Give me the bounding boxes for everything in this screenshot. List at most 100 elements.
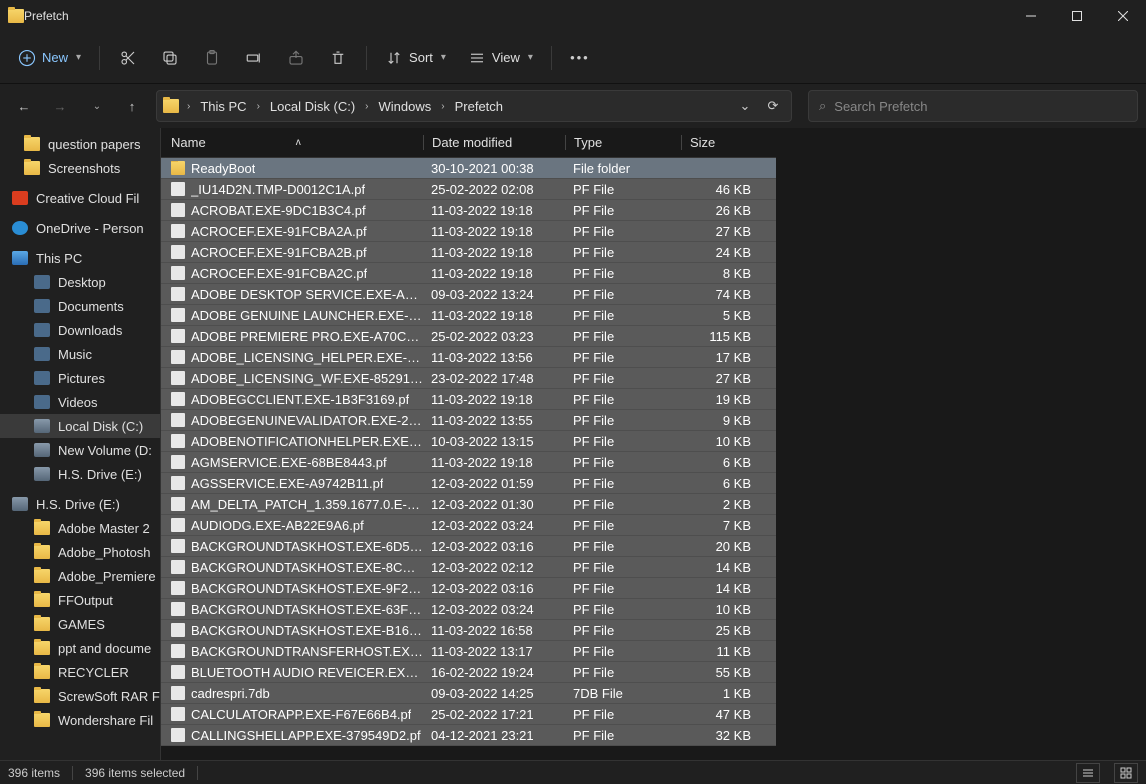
sidebar-item[interactable]: New Volume (D: bbox=[0, 438, 160, 462]
search-box[interactable]: ⌕ bbox=[808, 90, 1138, 122]
sidebar-item[interactable]: Adobe Master 2 bbox=[0, 516, 160, 540]
delete-button[interactable] bbox=[320, 40, 356, 76]
file-row[interactable]: ADOBENOTIFICATIONHELPER.EXE-25CC...10-03… bbox=[161, 431, 776, 452]
file-row[interactable]: ADOBE DESKTOP SERVICE.EXE-A2925451.pf09-… bbox=[161, 284, 776, 305]
file-row[interactable]: BACKGROUNDTASKHOST.EXE-9F2EE4C2.pf12-03-… bbox=[161, 578, 776, 599]
file-row[interactable]: AM_DELTA_PATCH_1.359.1677.0.E-3139A...12… bbox=[161, 494, 776, 515]
navigation-sidebar[interactable]: question papersScreenshots Creative Cloud… bbox=[0, 128, 160, 760]
file-row[interactable]: BLUETOOTH AUDIO REVEICER.EXE-547EC...16-… bbox=[161, 662, 776, 683]
sidebar-item[interactable]: OneDrive - Person bbox=[0, 216, 160, 240]
sidebar-item[interactable]: H.S. Drive (E:) bbox=[0, 462, 160, 486]
details-view-button[interactable] bbox=[1076, 763, 1100, 783]
file-row[interactable]: CALCULATORAPP.EXE-F67E66B4.pf25-02-2022 … bbox=[161, 704, 776, 725]
paste-button[interactable] bbox=[194, 40, 230, 76]
breadcrumb[interactable]: Prefetch bbox=[453, 97, 505, 116]
share-button[interactable] bbox=[278, 40, 314, 76]
recent-button[interactable]: ⌄ bbox=[80, 90, 112, 122]
file-row[interactable]: BACKGROUNDTASKHOST.EXE-6D58042C.pf12-03-… bbox=[161, 536, 776, 557]
refresh-button[interactable]: ⟳ bbox=[761, 98, 785, 114]
forward-button[interactable]: → bbox=[44, 90, 76, 122]
new-button[interactable]: New ▾ bbox=[10, 40, 89, 76]
sidebar-item[interactable]: H.S. Drive (E:) bbox=[0, 492, 160, 516]
file-name: BACKGROUNDTASKHOST.EXE-63F11000.pf bbox=[191, 602, 423, 617]
column-headers[interactable]: Nameʌ Date modified Type Size bbox=[161, 128, 776, 158]
more-button[interactable]: ••• bbox=[562, 40, 598, 76]
sidebar-item[interactable]: ScrewSoft RAR F bbox=[0, 684, 160, 708]
file-row[interactable]: ADOBE GENUINE LAUNCHER.EXE-8BD95...11-03… bbox=[161, 305, 776, 326]
file-row[interactable]: ACROBAT.EXE-9DC1B3C4.pf11-03-2022 19:18P… bbox=[161, 200, 776, 221]
sidebar-item[interactable]: Pictures bbox=[0, 366, 160, 390]
sidebar-item[interactable]: Videos bbox=[0, 390, 160, 414]
sidebar-item[interactable]: Downloads bbox=[0, 318, 160, 342]
file-size: 20 KB bbox=[681, 539, 757, 554]
file-date: 12-03-2022 03:24 bbox=[423, 518, 565, 533]
file-type: PF File bbox=[565, 413, 681, 428]
sidebar-item[interactable]: Documents bbox=[0, 294, 160, 318]
item-count: 396 items bbox=[8, 766, 60, 780]
sidebar-item[interactable]: GAMES bbox=[0, 612, 160, 636]
file-row[interactable]: ACROCEF.EXE-91FCBA2B.pf11-03-2022 19:18P… bbox=[161, 242, 776, 263]
file-row[interactable]: BACKGROUNDTASKHOST.EXE-63F11000.pf12-03-… bbox=[161, 599, 776, 620]
file-row[interactable]: ADOBE_LICENSING_HELPER.EXE-A7EF9B...11-0… bbox=[161, 347, 776, 368]
close-button[interactable] bbox=[1100, 0, 1146, 32]
search-input[interactable] bbox=[834, 99, 1127, 114]
file-type: PF File bbox=[565, 350, 681, 365]
file-row[interactable]: _IU14D2N.TMP-D0012C1A.pf25-02-2022 02:08… bbox=[161, 179, 776, 200]
sidebar-item[interactable]: This PC bbox=[0, 246, 160, 270]
thumbnails-view-button[interactable] bbox=[1114, 763, 1138, 783]
sidebar-item[interactable]: question papers bbox=[0, 132, 160, 156]
sidebar-item[interactable]: Desktop bbox=[0, 270, 160, 294]
sidebar-item[interactable]: Creative Cloud Fil bbox=[0, 186, 160, 210]
file-row[interactable]: ADOBEGENUINEVALIDATOR.EXE-2BCAF8...11-03… bbox=[161, 410, 776, 431]
file-icon bbox=[171, 350, 185, 364]
file-row[interactable]: CALLINGSHELLAPP.EXE-379549D2.pf04-12-202… bbox=[161, 725, 776, 746]
address-bar[interactable]: › This PC › Local Disk (C:) › Windows › … bbox=[156, 90, 792, 122]
breadcrumb[interactable]: Windows bbox=[377, 97, 434, 116]
file-row[interactable]: cadrespri.7db09-03-2022 14:257DB File1 K… bbox=[161, 683, 776, 704]
maximize-button[interactable] bbox=[1054, 0, 1100, 32]
breadcrumb[interactable]: This PC bbox=[198, 97, 248, 116]
history-dropdown[interactable]: ⌄ bbox=[733, 98, 757, 114]
selected-count: 396 items selected bbox=[85, 766, 185, 780]
sidebar-item[interactable]: Local Disk (C:) bbox=[0, 414, 160, 438]
file-list[interactable]: ReadyBoot30-10-2021 00:38File folder_IU1… bbox=[161, 158, 776, 760]
file-row[interactable]: ReadyBoot30-10-2021 00:38File folder bbox=[161, 158, 776, 179]
minimize-button[interactable] bbox=[1008, 0, 1054, 32]
sidebar-item[interactable]: Adobe_Photosh bbox=[0, 540, 160, 564]
file-row[interactable]: AGSSERVICE.EXE-A9742B11.pf12-03-2022 01:… bbox=[161, 473, 776, 494]
sort-button[interactable]: Sort ▾ bbox=[377, 40, 454, 76]
sidebar-item[interactable]: Music bbox=[0, 342, 160, 366]
file-row[interactable]: BACKGROUNDTRANSFERHOST.EXE-DB32...11-03-… bbox=[161, 641, 776, 662]
file-row[interactable]: AGMSERVICE.EXE-68BE8443.pf11-03-2022 19:… bbox=[161, 452, 776, 473]
file-row[interactable]: ACROCEF.EXE-91FCBA2A.pf11-03-2022 19:18P… bbox=[161, 221, 776, 242]
file-size: 2 KB bbox=[681, 497, 757, 512]
cut-button[interactable] bbox=[110, 40, 146, 76]
sidebar-item[interactable]: FFOutput bbox=[0, 588, 160, 612]
up-button[interactable]: ↑ bbox=[116, 90, 148, 122]
view-button[interactable]: View ▾ bbox=[460, 40, 541, 76]
file-row[interactable]: ADOBE_LICENSING_WF.EXE-85291397.pf23-02-… bbox=[161, 368, 776, 389]
breadcrumb[interactable]: Local Disk (C:) bbox=[268, 97, 357, 116]
sidebar-item[interactable]: ppt and docume bbox=[0, 636, 160, 660]
copy-button[interactable] bbox=[152, 40, 188, 76]
folder-icon bbox=[24, 137, 40, 151]
file-icon bbox=[171, 539, 185, 553]
file-row[interactable]: ACROCEF.EXE-91FCBA2C.pf11-03-2022 19:18P… bbox=[161, 263, 776, 284]
file-row[interactable]: AUDIODG.EXE-AB22E9A6.pf12-03-2022 03:24P… bbox=[161, 515, 776, 536]
back-button[interactable]: ← bbox=[8, 90, 40, 122]
folder-icon bbox=[34, 689, 50, 703]
column-size[interactable]: Size bbox=[681, 135, 757, 150]
sidebar-item[interactable]: Screenshots bbox=[0, 156, 160, 180]
column-name[interactable]: Nameʌ bbox=[167, 135, 423, 150]
file-row[interactable]: BACKGROUNDTASKHOST.EXE-8CBD7053...12-03-… bbox=[161, 557, 776, 578]
sidebar-item[interactable]: Wondershare Fil bbox=[0, 708, 160, 732]
column-type[interactable]: Type bbox=[565, 135, 681, 150]
column-date[interactable]: Date modified bbox=[423, 135, 565, 150]
file-size: 47 KB bbox=[681, 707, 757, 722]
file-row[interactable]: ADOBE PREMIERE PRO.EXE-A70C860E.pf25-02-… bbox=[161, 326, 776, 347]
file-row[interactable]: BACKGROUNDTASKHOST.EXE-B16326C0.pf11-03-… bbox=[161, 620, 776, 641]
rename-button[interactable] bbox=[236, 40, 272, 76]
sidebar-item[interactable]: Adobe_Premiere bbox=[0, 564, 160, 588]
file-row[interactable]: ADOBEGCCLIENT.EXE-1B3F3169.pf11-03-2022 … bbox=[161, 389, 776, 410]
sidebar-item[interactable]: RECYCLER bbox=[0, 660, 160, 684]
